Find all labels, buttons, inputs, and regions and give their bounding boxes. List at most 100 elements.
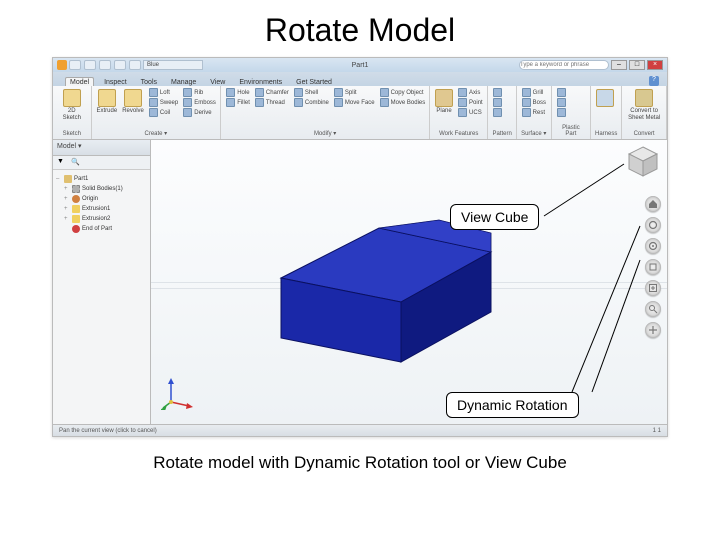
ribbon-tabs: Model Inspect Tools Manage View Environm… (53, 72, 667, 86)
slide-title: Rotate Model (0, 0, 720, 57)
revolve-button[interactable]: Revolve (121, 88, 145, 116)
sketch-2d-button[interactable]: 2D Sketch (57, 88, 87, 123)
minimize-button[interactable]: – (611, 60, 627, 70)
pattern-mirror-button[interactable] (492, 108, 503, 117)
browser-panel: Model ▾ ▼ 🔍 –Part1 + Solid Bodies(1) + Origi… (53, 140, 151, 424)
coil-button[interactable]: Coil (148, 108, 179, 117)
tree-node-label: Origin (82, 196, 98, 202)
qat-redo-button[interactable] (129, 60, 141, 70)
tree-item[interactable]: +Extrusion2 (56, 214, 147, 224)
qat-new-button[interactable] (69, 60, 81, 70)
nav-free-orbit-button[interactable] (645, 238, 661, 254)
tab-environments[interactable]: Environments (235, 78, 286, 86)
axis-button[interactable]: Axis (457, 88, 484, 97)
titlebar: Blue Part1 – □ × (53, 58, 667, 72)
pattern-circ-button[interactable] (492, 98, 503, 107)
point-button[interactable]: Point (457, 98, 484, 107)
help-icon[interactable]: ? (649, 76, 659, 86)
view-cube[interactable] (625, 144, 661, 180)
tree-item[interactable]: + Extrusion1 (56, 204, 147, 214)
movebodies-button[interactable]: Move Bodies (379, 98, 427, 107)
split-button[interactable]: Split (333, 88, 376, 97)
derive-button[interactable]: Derive (182, 108, 217, 117)
qat-save-button[interactable] (99, 60, 111, 70)
maximize-button[interactable]: □ (629, 60, 645, 70)
moveface-button[interactable]: Move Face (333, 98, 376, 107)
filter-icon[interactable]: ▼ (57, 158, 67, 168)
shell-button[interactable]: Shell (293, 88, 330, 97)
tree-node-label: Solid Bodies(1) (82, 186, 123, 192)
tree-item[interactable]: + Solid Bodies(1) (56, 184, 147, 194)
qat-open-button[interactable] (84, 60, 96, 70)
grill-button[interactable]: Grill (521, 88, 547, 97)
search-input[interactable] (519, 60, 609, 70)
ribbon-group-pattern: Pattern (488, 86, 516, 139)
loft-button[interactable]: Loft (148, 88, 179, 97)
plastic-a-button[interactable] (556, 88, 567, 97)
tab-inspect[interactable]: Inspect (100, 78, 131, 86)
nav-zoom-all-button[interactable] (645, 280, 661, 296)
axis-triad[interactable] (161, 376, 195, 410)
tree-item[interactable]: End of Part (56, 224, 147, 234)
boss-button[interactable]: Boss (521, 98, 547, 107)
callout-dynamic-rotation: Dynamic Rotation (446, 392, 579, 418)
tree-caret-icon[interactable]: + (64, 186, 70, 192)
model-tree: –Part1 + Solid Bodies(1) + Origin + Extrusion1… (53, 170, 150, 238)
extrude-button[interactable]: Extrude (96, 88, 119, 116)
plastic-c-button[interactable] (556, 108, 567, 117)
fillet-button[interactable]: Fillet (225, 98, 251, 107)
combine-button[interactable]: Combine (293, 98, 330, 107)
tab-tools[interactable]: Tools (137, 78, 161, 86)
tree-item[interactable]: –Part1 (56, 174, 147, 184)
nav-orbit-button[interactable] (645, 217, 661, 233)
tree-caret-icon[interactable]: + (64, 196, 70, 202)
tree-node-icon (72, 215, 80, 223)
ribbon-group-sketch: 2D Sketch Sketch (53, 86, 92, 139)
harness-button[interactable] (595, 88, 615, 108)
tree-node-label: Extrusion1 (82, 206, 110, 212)
ribbon-group-title: Sketch (57, 131, 87, 137)
nav-look-at-button[interactable] (645, 259, 661, 275)
tree-item[interactable]: + Origin (56, 194, 147, 204)
convert-sheetmetal-button[interactable]: Convert to Sheet Metal (626, 88, 662, 123)
browser-toolbar: ▼ 🔍 (53, 156, 150, 170)
tree-node-icon (72, 195, 80, 203)
tree-node-icon (64, 175, 72, 183)
tree-node-icon (72, 205, 80, 213)
tree-caret-icon[interactable]: + (64, 216, 70, 222)
visual-style-dropdown[interactable]: Blue (143, 60, 203, 70)
ribbon-group-harness: Harness (591, 86, 622, 139)
tab-get-started[interactable]: Get Started (292, 78, 336, 86)
sweep-button[interactable]: Sweep (148, 98, 179, 107)
tab-view[interactable]: View (206, 78, 229, 86)
ribbon-group-plastic: Plastic Part (552, 86, 591, 139)
tab-manage[interactable]: Manage (167, 78, 200, 86)
binoculars-icon[interactable]: 🔍 (71, 158, 81, 168)
plane-button[interactable]: Plane (434, 88, 454, 116)
browser-header[interactable]: Model ▾ (53, 140, 150, 156)
plastic-b-button[interactable] (556, 98, 567, 107)
tree-node-label: End of Part (82, 226, 112, 232)
hole-button[interactable]: Hole (225, 88, 251, 97)
ribbon-group-title: Create ▾ (96, 130, 217, 137)
ribbon-group-surface: Grill Boss Rest Surface ▾ (517, 86, 552, 139)
tree-caret-icon[interactable]: – (56, 176, 62, 182)
ribbon-group-title: Surface ▾ (521, 130, 547, 137)
model-3d[interactable] (261, 230, 501, 370)
rest-button[interactable]: Rest (521, 108, 547, 117)
close-button[interactable]: × (647, 60, 663, 70)
chamfer-button[interactable]: Chamfer (254, 88, 290, 97)
qat-undo-button[interactable] (114, 60, 126, 70)
tab-model[interactable]: Model (65, 77, 94, 86)
rib-button[interactable]: Rib (182, 88, 217, 97)
tree-caret-icon[interactable]: + (64, 206, 70, 212)
thread-button[interactable]: Thread (254, 98, 290, 107)
pattern-rect-button[interactable] (492, 88, 503, 97)
ucs-button[interactable]: UCS (457, 108, 484, 117)
copyobj-button[interactable]: Copy Object (379, 88, 427, 97)
nav-home-button[interactable] (645, 196, 661, 212)
slide-caption: Rotate model with Dynamic Rotation tool … (0, 453, 720, 473)
emboss-button[interactable]: Emboss (182, 98, 217, 107)
status-bar: Pan the current view (click to cancel) 1… (53, 424, 667, 436)
tree-node-icon (72, 225, 80, 233)
